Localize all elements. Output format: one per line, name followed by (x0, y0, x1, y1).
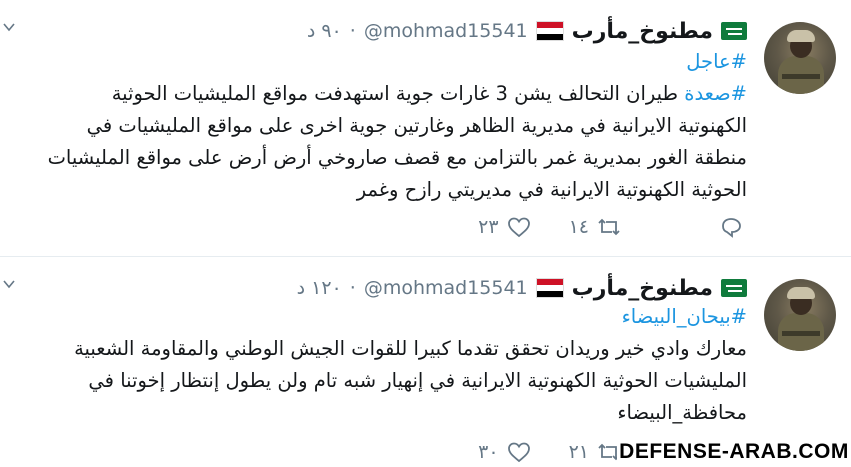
user-handle[interactable]: @mohmad15541 (364, 20, 528, 42)
retweet-count: ٢١ (568, 441, 589, 463)
avatar[interactable] (764, 279, 836, 351)
reply-icon (722, 218, 741, 238)
tweet[interactable]: مطنوخ_مأرب @mohmad15541 · ١٢٠ د #بيحان_ا… (0, 257, 851, 467)
text-line: محافظة_البيضاء (617, 401, 747, 424)
retweet-button[interactable]: ٢١ (569, 441, 621, 463)
retweet-count: ١٤ (568, 216, 589, 238)
saudi-flag-icon (721, 22, 747, 40)
tweet-header: مطنوخ_مأرب @mohmad15541 · ١٢٠ د (297, 271, 747, 305)
like-icon (507, 442, 530, 463)
like-button[interactable]: ٣٠ (478, 441, 530, 463)
separator-dot: · (349, 20, 356, 42)
text-line: طيران التحالف يشن 3 غارات جوية استهدفت م… (111, 82, 685, 105)
tweet-actions: ١٤ ٢٣ (478, 216, 743, 238)
separator-dot: · (349, 277, 356, 299)
text-line: المليشيات الحوثية الكهنوتية الايرانية في… (88, 369, 747, 392)
like-count: ٢٣ (478, 216, 499, 238)
tweet[interactable]: مطنوخ_مأرب @mohmad15541 · ٩٠ د #عاجل #صع… (0, 0, 851, 256)
user-handle[interactable]: @mohmad15541 (364, 277, 528, 299)
text-line: الحوثية الكهنوتية الايرانية في مديريتي ر… (356, 178, 747, 201)
like-button[interactable]: ٢٣ (478, 216, 530, 238)
timestamp[interactable]: ١٢٠ د (297, 277, 342, 299)
watermark: DEFENSE-ARAB.COM (617, 437, 851, 467)
tweet-text: #عاجل #صعدة طيران التحالف يشن 3 غارات جو… (20, 46, 747, 206)
tweet-text: #بيحان_البيضاء معارك وادي خير وريدان تحق… (20, 301, 747, 429)
hashtag[interactable]: #صعدة (684, 82, 747, 105)
yemen-flag-icon (535, 278, 564, 298)
tweet-header: مطنوخ_مأرب @mohmad15541 · ٩٠ د (307, 14, 747, 48)
display-name[interactable]: مطنوخ_مأرب (572, 276, 713, 301)
retweet-icon (598, 218, 620, 236)
retweet-button[interactable]: ١٤ (569, 216, 621, 238)
like-count: ٣٠ (478, 441, 499, 463)
hashtag[interactable]: #بيحان_البيضاء (622, 305, 747, 328)
text-line: منطقة الغور بمديرية غمر بالتزامن مع قصف … (47, 146, 747, 169)
saudi-flag-icon (721, 279, 747, 297)
hashtag[interactable]: #عاجل (686, 50, 747, 73)
yemen-flag-icon (535, 21, 564, 41)
text-line: معارك وادي خير وريدان تحقق تقدما كبيرا ل… (74, 337, 747, 360)
display-name[interactable]: مطنوخ_مأرب (572, 19, 713, 44)
chevron-down-icon[interactable] (2, 277, 16, 291)
timestamp[interactable]: ٩٠ د (307, 20, 342, 42)
like-icon (507, 217, 530, 238)
avatar[interactable] (764, 22, 836, 94)
text-line: الكهنوتية الايرانية في مديرية الظاهر وغا… (86, 114, 747, 137)
reply-button[interactable] (719, 216, 743, 238)
chevron-down-icon[interactable] (2, 20, 16, 34)
